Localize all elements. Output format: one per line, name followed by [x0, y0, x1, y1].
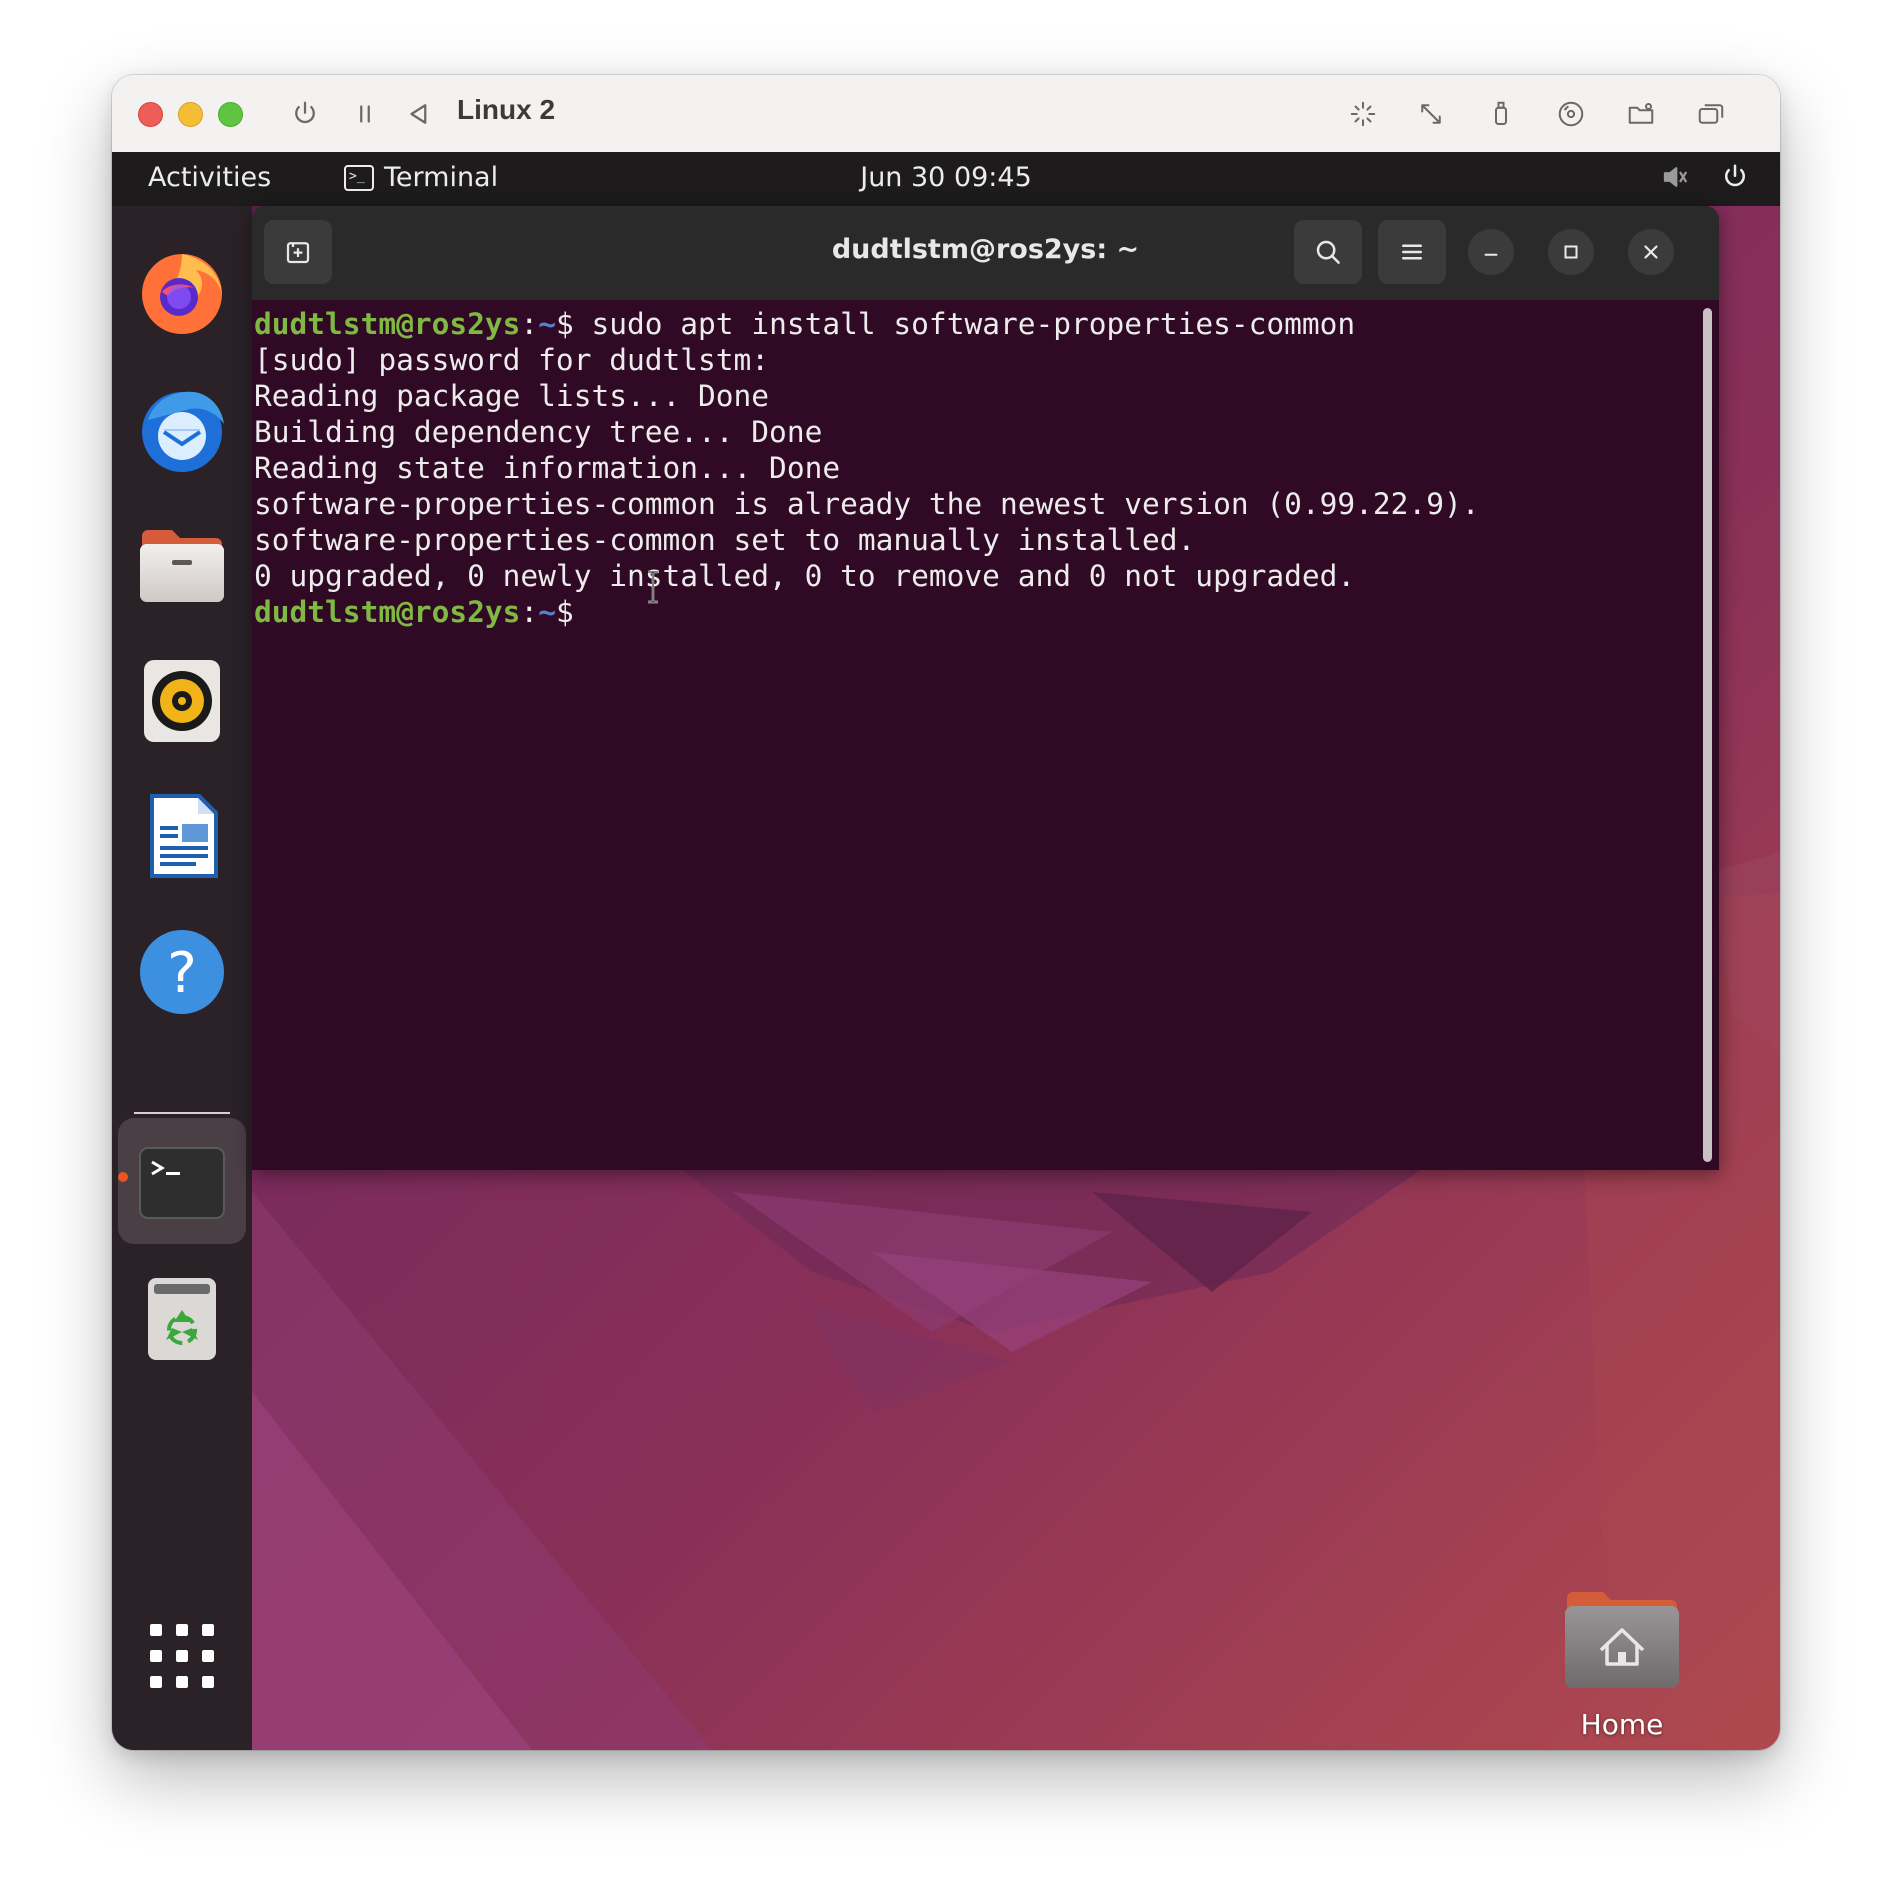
prompt-user-host: dudtlstm@ros2ys: [254, 595, 521, 629]
output-line: 0 upgraded, 0 newly installed, 0 to remo…: [254, 559, 1356, 593]
terminal-scrollbar[interactable]: [1703, 308, 1712, 1162]
minimize-icon: [1484, 253, 1498, 256]
search-icon: [1316, 240, 1340, 264]
maximize-button[interactable]: [1548, 229, 1594, 275]
vm-window: Linux 2 Activities >_ Terminal Jun 30 09…: [112, 75, 1780, 1750]
trash-icon: [148, 1278, 216, 1360]
command-text: sudo apt install software-properties-com…: [573, 307, 1356, 341]
usb-icon[interactable]: [1484, 97, 1518, 131]
close-button[interactable]: [1628, 229, 1674, 275]
output-line: Building dependency tree... Done: [254, 415, 823, 449]
help-icon: ?: [140, 930, 224, 1014]
windows-icon[interactable]: [1694, 97, 1728, 131]
gnome-topbar: Activities >_ Terminal Jun 30 09:45: [112, 152, 1780, 206]
dock-item-trash[interactable]: [130, 1266, 234, 1370]
prompt-symbol: $: [555, 595, 574, 629]
dock-item-thunderbird[interactable]: [130, 376, 234, 480]
firefox-icon: [142, 254, 222, 334]
prompt-path: ~: [538, 307, 556, 341]
prompt-path: ~: [538, 595, 556, 629]
search-button[interactable]: [1294, 220, 1362, 284]
close-icon: [1644, 245, 1658, 259]
dock: ?: [112, 206, 252, 1750]
sparkle-icon[interactable]: [1346, 97, 1380, 131]
dock-item-rhythmbox[interactable]: [130, 648, 234, 752]
prompt-symbol: $: [555, 307, 574, 341]
power-icon[interactable]: [1720, 162, 1750, 192]
thunderbird-icon: [142, 391, 224, 472]
terminal-window[interactable]: dudtlstm@ros2ys: ~ dudtlstm@ros2ys:~$ su…: [252, 206, 1719, 1170]
pause-icon[interactable]: [348, 97, 382, 131]
text-cursor-icon: [648, 570, 658, 604]
back-icon[interactable]: [402, 97, 436, 131]
disc-icon[interactable]: [1554, 97, 1588, 131]
output-line: Reading state information... Done: [254, 451, 841, 485]
dock-item-firefox[interactable]: [130, 240, 234, 344]
home-folder-label: Home: [1580, 1708, 1664, 1741]
output-line: software-properties-common is already th…: [254, 487, 1480, 521]
hamburger-icon: [1402, 244, 1422, 260]
dock-item-libreoffice-writer[interactable]: [130, 784, 234, 888]
resize-icon[interactable]: [1414, 97, 1448, 131]
prompt-separator: :: [520, 595, 539, 629]
libreoffice-writer-icon: [150, 794, 218, 878]
system-tray[interactable]: [1660, 162, 1750, 192]
guest-screen: Activities >_ Terminal Jun 30 09:45 ? du…: [112, 152, 1780, 1750]
power-icon[interactable]: [288, 97, 322, 131]
terminal-output[interactable]: dudtlstm@ros2ys:~$ sudo apt install soft…: [254, 306, 1684, 630]
files-icon: [140, 530, 224, 602]
desktop-home-folder[interactable]: Home: [1562, 1582, 1682, 1741]
terminal-headerbar: dudtlstm@ros2ys: ~: [252, 206, 1719, 300]
speaker-muted-icon[interactable]: [1660, 162, 1690, 192]
minimize-button[interactable]: [1468, 229, 1514, 275]
dock-item-terminal[interactable]: [130, 1130, 234, 1234]
command-line: dudtlstm@ros2ys:~$ sudo apt install soft…: [254, 306, 1684, 342]
output-line: [sudo] password for dudtlstm:: [254, 343, 770, 377]
terminal-icon: [139, 1147, 225, 1219]
zoom-window-button[interactable]: [218, 102, 243, 127]
vm-titlebar: Linux 2: [112, 75, 1780, 153]
shared-folder-icon[interactable]: [1624, 97, 1658, 131]
home-folder-icon: [1565, 1592, 1679, 1688]
running-indicator: [118, 1172, 128, 1182]
dock-item-files[interactable]: [130, 512, 234, 616]
menu-button[interactable]: [1378, 220, 1446, 284]
svg-text:?: ?: [167, 941, 197, 1006]
prompt-user-host: dudtlstm@ros2ys: [254, 307, 521, 341]
prompt-separator: :: [520, 307, 539, 341]
dock-separator: [134, 1112, 230, 1114]
maximize-icon: [1564, 245, 1578, 259]
rhythmbox-icon: [144, 660, 220, 742]
close-window-button[interactable]: [138, 102, 163, 127]
output-line: software-properties-common set to manual…: [254, 523, 1196, 557]
vm-title: Linux 2: [457, 94, 556, 125]
clock[interactable]: Jun 30 09:45: [112, 162, 1780, 193]
output-line: Reading package lists... Done: [254, 379, 770, 413]
show-applications-button[interactable]: [150, 1624, 214, 1688]
minimize-window-button[interactable]: [178, 102, 203, 127]
dock-item-help[interactable]: ?: [130, 920, 234, 1024]
current-prompt-line: dudtlstm@ros2ys:~$: [254, 594, 1684, 630]
